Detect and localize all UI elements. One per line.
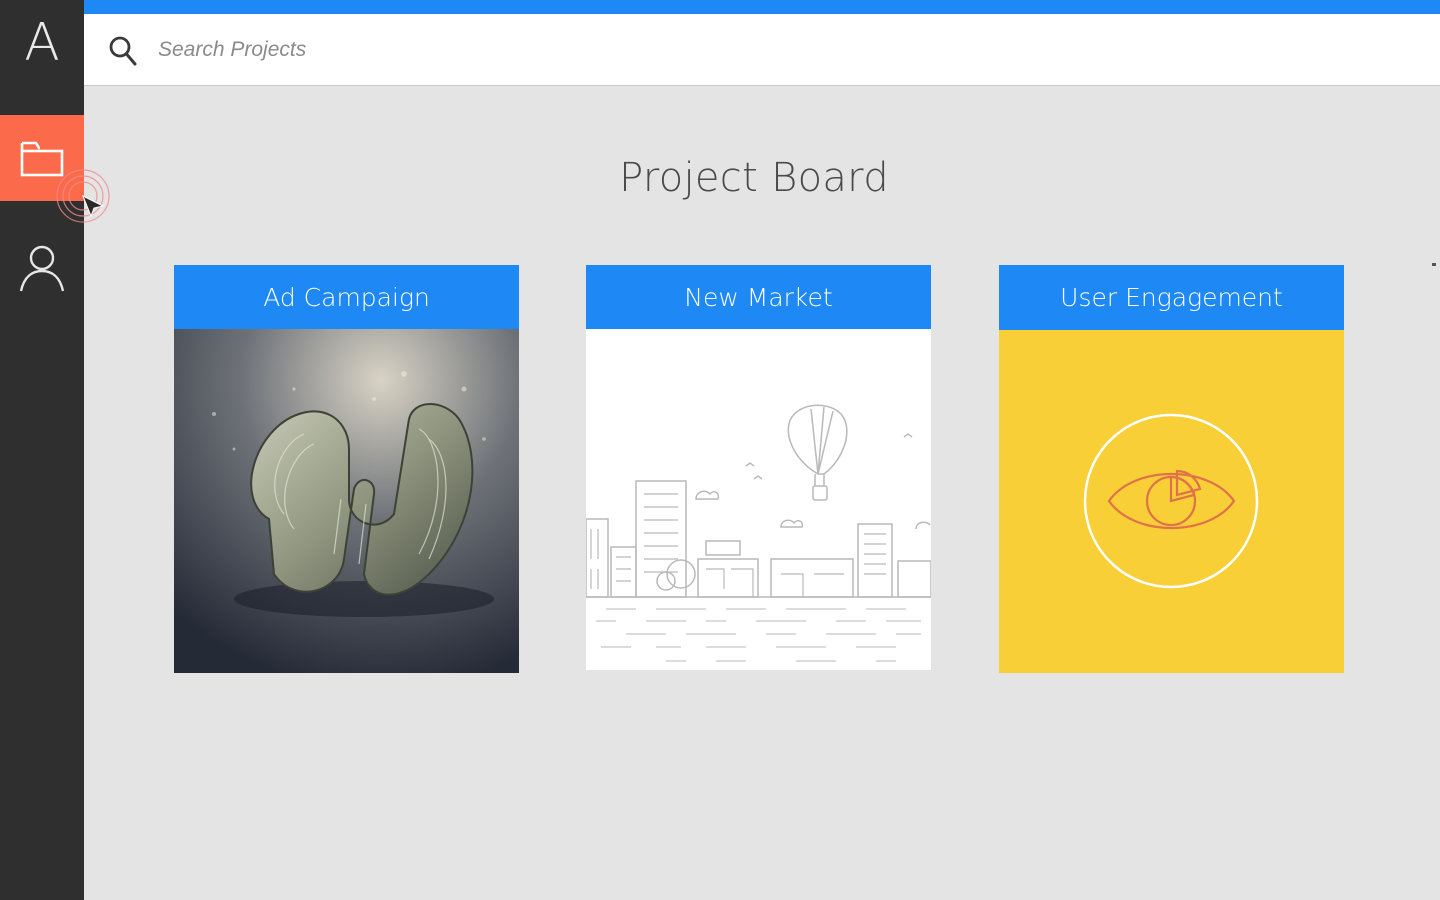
sidebar: A [0,0,84,900]
project-card-ad-campaign[interactable]: Ad Campaign [174,265,519,673]
search-input[interactable] [158,34,858,66]
project-card-title: User Engagement [999,265,1344,330]
project-card-title: Ad Campaign [174,265,519,329]
page-title: Project Board [619,155,889,201]
top-search-bar [84,0,1440,86]
sidebar-item-profile[interactable] [0,226,84,312]
eye-chart-image [999,330,1344,673]
app-logo[interactable]: A [0,8,84,78]
user-icon [19,245,65,292]
search-icon[interactable] [108,35,138,67]
project-card-title: New Market [586,265,931,329]
city-skyline-image [586,329,931,670]
project-card-user-engagement[interactable]: User Engagement [999,265,1344,673]
project-card-new-market[interactable]: New Market [586,265,931,670]
sidebar-item-projects[interactable] [0,115,84,201]
money-image [174,329,519,673]
edge-marker [1432,263,1436,266]
folder-icon [20,141,64,177]
